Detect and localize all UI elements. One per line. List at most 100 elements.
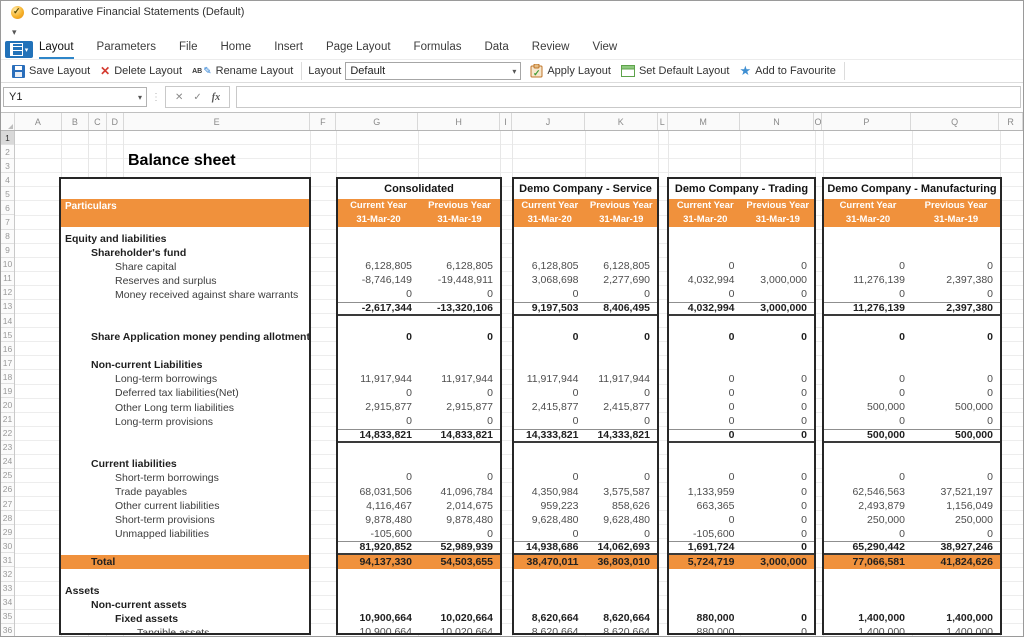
cell[interactable]: 9,878,480 bbox=[338, 514, 419, 527]
cell[interactable]: 0 bbox=[669, 331, 742, 344]
row-header[interactable]: 10 bbox=[1, 258, 14, 272]
cell[interactable]: 0 bbox=[824, 387, 912, 400]
cell[interactable]: 9,878,480 bbox=[419, 514, 500, 527]
cell[interactable]: 0 bbox=[514, 331, 586, 344]
row-header[interactable]: 3 bbox=[1, 159, 14, 173]
cell[interactable]: 4,032,994 bbox=[669, 302, 742, 315]
row-header[interactable]: 19 bbox=[1, 384, 14, 398]
cell[interactable]: 0 bbox=[824, 471, 912, 484]
cell[interactable]: 11,276,139 bbox=[824, 274, 912, 287]
cell[interactable]: 0 bbox=[419, 415, 500, 428]
cell[interactable]: 500,000 bbox=[824, 401, 912, 414]
row-header[interactable]: 13 bbox=[1, 300, 14, 314]
cell[interactable]: 0 bbox=[824, 260, 912, 273]
cell[interactable]: 14,062,693 bbox=[586, 541, 658, 554]
column-header[interactable]: I bbox=[500, 113, 512, 130]
cell[interactable]: 10,900,664 bbox=[338, 626, 419, 635]
tab-insert[interactable]: Insert bbox=[274, 41, 303, 57]
cell[interactable]: -105,600 bbox=[669, 528, 742, 541]
cell[interactable]: 880,000 bbox=[669, 626, 742, 635]
cell[interactable]: 0 bbox=[338, 288, 419, 301]
period-header-cell[interactable]: Current Year bbox=[338, 199, 419, 213]
column-header[interactable]: P bbox=[822, 113, 911, 130]
cell[interactable]: 0 bbox=[419, 471, 500, 484]
cell[interactable]: 1,691,724 bbox=[669, 541, 742, 554]
column-header[interactable]: L bbox=[658, 113, 668, 130]
cell[interactable]: 54,503,655 bbox=[419, 556, 500, 569]
cell[interactable]: Money received against share warrants bbox=[61, 288, 298, 302]
cell[interactable]: 500,000 bbox=[912, 401, 1000, 414]
column-header[interactable]: A bbox=[15, 113, 62, 130]
cell[interactable]: 9,628,480 bbox=[514, 514, 586, 527]
layout-select[interactable]: Default ▾ bbox=[345, 62, 521, 80]
cell[interactable]: 2,014,675 bbox=[419, 500, 500, 513]
row-header[interactable]: 24 bbox=[1, 455, 14, 469]
cell[interactable]: 62,546,563 bbox=[824, 486, 912, 499]
cell[interactable]: 1,400,000 bbox=[912, 612, 1000, 625]
cell[interactable]: Shareholder's fund bbox=[61, 246, 186, 260]
cell[interactable]: 0 bbox=[912, 387, 1000, 400]
cell[interactable]: 0 bbox=[742, 626, 815, 635]
cell[interactable]: 663,365 bbox=[669, 500, 742, 513]
cell[interactable]: 0 bbox=[742, 541, 815, 554]
cell[interactable]: 3,068,698 bbox=[514, 274, 586, 287]
tab-data[interactable]: Data bbox=[484, 41, 508, 57]
cell[interactable]: 6,128,805 bbox=[338, 260, 419, 273]
cell[interactable]: 38,470,011 bbox=[514, 556, 586, 569]
cell[interactable]: 8,620,664 bbox=[586, 612, 658, 625]
cell[interactable]: 250,000 bbox=[824, 514, 912, 527]
cell[interactable]: Other current liabilities bbox=[61, 499, 219, 513]
cell[interactable]: 0 bbox=[669, 387, 742, 400]
period-date-cell[interactable]: 31-Mar-19 bbox=[912, 213, 1000, 227]
cell[interactable]: 0 bbox=[824, 528, 912, 541]
period-date-cell[interactable]: 31-Mar-20 bbox=[514, 213, 586, 227]
row-header[interactable]: 34 bbox=[1, 596, 14, 610]
cell[interactable]: 0 bbox=[669, 514, 742, 527]
row-header[interactable]: 12 bbox=[1, 286, 14, 300]
cell[interactable]: 0 bbox=[586, 387, 658, 400]
cell[interactable]: 81,920,852 bbox=[338, 541, 419, 554]
row-header[interactable]: 17 bbox=[1, 356, 14, 370]
cell[interactable]: 0 bbox=[669, 401, 742, 414]
cell[interactable]: 52,989,939 bbox=[419, 541, 500, 554]
cell[interactable]: 8,620,664 bbox=[514, 612, 586, 625]
row-header[interactable]: 30 bbox=[1, 539, 14, 553]
cell[interactable]: 0 bbox=[419, 288, 500, 301]
cell[interactable]: Share Application money pending allotmen… bbox=[61, 330, 310, 344]
cell[interactable]: 0 bbox=[824, 331, 912, 344]
cell[interactable]: 0 bbox=[742, 401, 815, 414]
cell[interactable]: 0 bbox=[586, 288, 658, 301]
cell[interactable]: 0 bbox=[514, 288, 586, 301]
cell[interactable]: 6,128,805 bbox=[586, 260, 658, 273]
row-header[interactable]: 21 bbox=[1, 413, 14, 427]
column-header[interactable]: Q bbox=[911, 113, 999, 130]
cell[interactable]: 11,276,139 bbox=[824, 302, 912, 315]
cell[interactable]: Fixed assets bbox=[61, 612, 178, 626]
cell[interactable]: 2,397,380 bbox=[912, 302, 1000, 315]
cell[interactable]: 14,833,821 bbox=[419, 429, 500, 442]
cell[interactable]: 41,096,784 bbox=[419, 486, 500, 499]
cell[interactable]: 500,000 bbox=[912, 429, 1000, 442]
cell[interactable]: 0 bbox=[669, 288, 742, 301]
cell[interactable]: Current liabilities bbox=[61, 457, 177, 471]
cell[interactable]: 0 bbox=[824, 373, 912, 386]
cell[interactable]: 0 bbox=[586, 415, 658, 428]
confirm-entry-icon[interactable]: ✓ bbox=[193, 92, 201, 103]
insert-function-icon[interactable]: fx bbox=[212, 92, 220, 103]
column-header[interactable]: E bbox=[124, 113, 311, 130]
cell[interactable]: Deferred tax liabilities(Net) bbox=[61, 386, 239, 400]
row-header[interactable]: 1 bbox=[1, 131, 14, 145]
cell[interactable]: 6,128,805 bbox=[514, 260, 586, 273]
cell[interactable]: 0 bbox=[912, 288, 1000, 301]
sheet-menu-button[interactable]: ▾ bbox=[5, 41, 33, 58]
cell[interactable]: 4,350,984 bbox=[514, 486, 586, 499]
period-date-cell[interactable]: 31-Mar-19 bbox=[586, 213, 658, 227]
cell[interactable]: 5,724,719 bbox=[669, 556, 742, 569]
cell[interactable]: 65,290,442 bbox=[824, 541, 912, 554]
column-header[interactable]: H bbox=[418, 113, 500, 130]
cell[interactable]: 0 bbox=[586, 471, 658, 484]
tab-formulas[interactable]: Formulas bbox=[414, 41, 462, 57]
cell[interactable]: -2,617,344 bbox=[338, 302, 419, 315]
tab-review[interactable]: Review bbox=[532, 41, 570, 57]
tab-parameters[interactable]: Parameters bbox=[97, 41, 156, 57]
